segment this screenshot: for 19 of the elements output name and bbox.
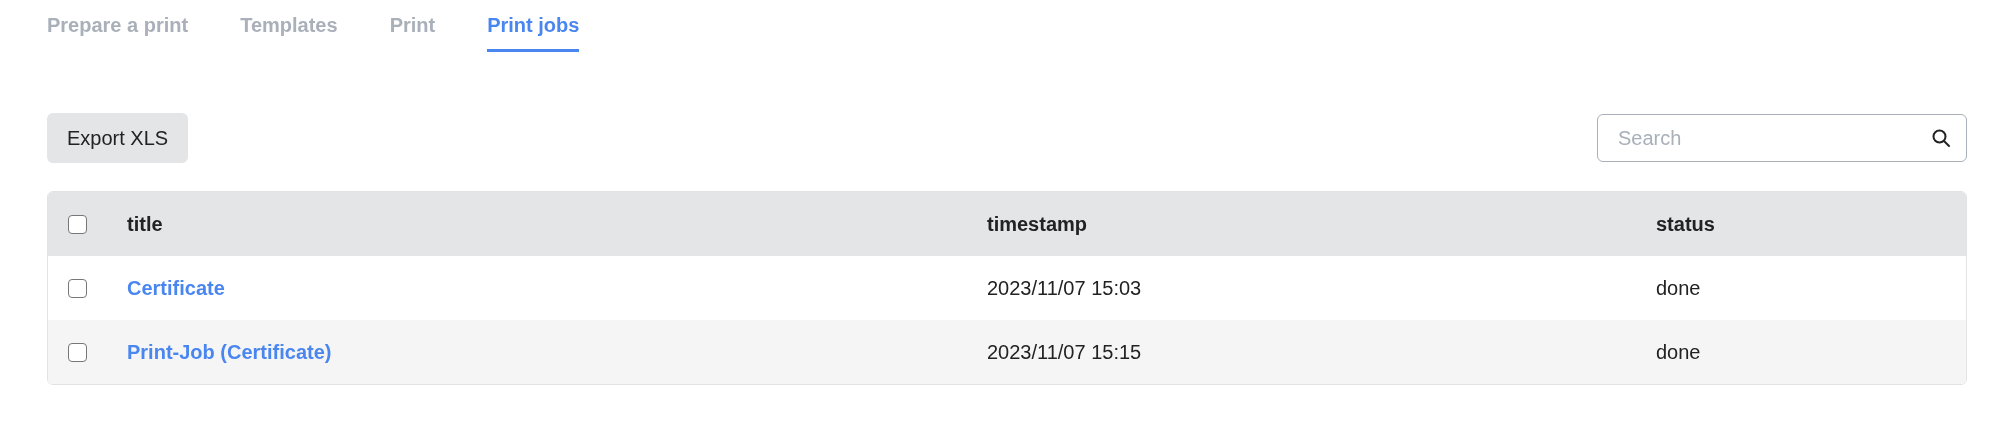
table-cell: done — [1656, 340, 1701, 364]
checkbox[interactable] — [68, 278, 87, 298]
tab[interactable]: Print jobs — [487, 14, 580, 52]
export-button[interactable]: Export XLS — [47, 113, 189, 163]
checkbox[interactable] — [68, 342, 87, 362]
tab[interactable]: Print — [389, 14, 436, 52]
search-field[interactable]: Search — [1597, 114, 1967, 162]
tab[interactable]: Prepare a print — [47, 14, 189, 52]
column-header: title — [127, 212, 163, 236]
title-link[interactable]: Certificate — [127, 276, 225, 300]
table-cell: 2023/11/07 15:03 — [987, 276, 1142, 300]
table-cell: done — [1656, 276, 1701, 300]
checkbox[interactable] — [68, 214, 87, 234]
tab[interactable]: Templates — [240, 14, 338, 52]
table-cell: 2023/11/07 15:15 — [987, 340, 1142, 364]
column-header: timestamp — [987, 212, 1088, 236]
title-link[interactable]: Print-Job (Certificate) — [127, 340, 332, 364]
column-header: status — [1656, 212, 1715, 236]
search-icon — [1931, 128, 1951, 148]
